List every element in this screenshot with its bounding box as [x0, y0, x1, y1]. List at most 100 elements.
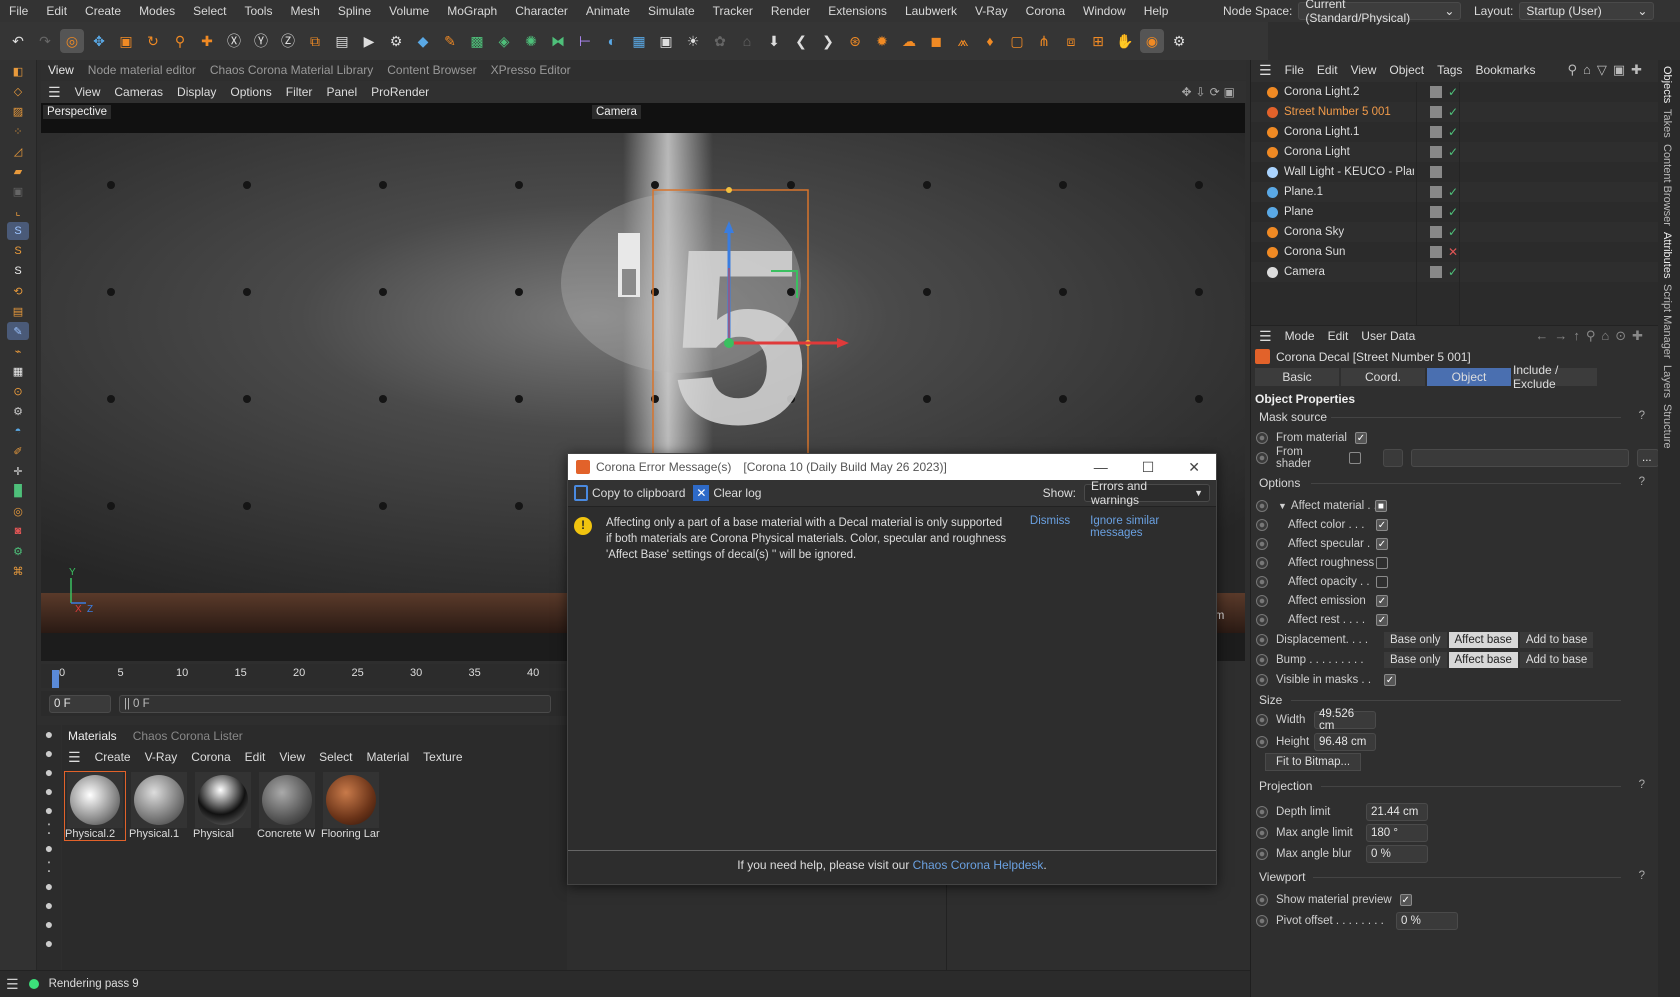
- viewport-camera[interactable]: Camera: [592, 105, 641, 119]
- visibility-icon[interactable]: [1430, 146, 1442, 158]
- radio-icon[interactable]: [1256, 915, 1268, 927]
- object-toolbar-icons[interactable]: ⚲⌂▽▣✚: [1567, 62, 1648, 78]
- grid-icon[interactable]: ▤: [7, 302, 29, 320]
- snap3-icon[interactable]: S: [7, 262, 29, 280]
- object-menu-item[interactable]: Edit: [1317, 63, 1338, 77]
- affect-material-checkbox[interactable]: ■: [1374, 500, 1387, 512]
- hamburger-icon[interactable]: ☰: [68, 749, 81, 766]
- download-icon[interactable]: ⬇: [762, 29, 786, 53]
- materials-menu-item[interactable]: View: [279, 750, 305, 764]
- render-settings-icon[interactable]: ⚙: [384, 29, 408, 53]
- viewport-nav-icons[interactable]: ✥⇩⟳▣: [1174, 85, 1246, 99]
- tab-editor[interactable]: Content Browser: [380, 63, 483, 77]
- rotate-tool-icon[interactable]: ↻: [141, 29, 165, 53]
- side-tab[interactable]: Attributes: [1661, 232, 1673, 278]
- show-preview-checkbox[interactable]: ✓: [1399, 894, 1412, 906]
- arrow-right-icon[interactable]: ❯: [816, 29, 840, 53]
- depth-limit-field[interactable]: 21.44 cm: [1366, 803, 1428, 821]
- affect-color-checkbox[interactable]: ✓: [1376, 519, 1388, 531]
- python-icon[interactable]: ⌘: [7, 562, 29, 580]
- visibility-icon[interactable]: [1430, 166, 1442, 178]
- corona-ir-icon[interactable]: ◉: [1140, 29, 1164, 53]
- corona-settings-icon[interactable]: ⚙: [1167, 29, 1191, 53]
- object-name[interactable]: Wall Light - KEUCO - Plan: [1284, 166, 1414, 178]
- scale-tool-icon[interactable]: ▣: [114, 29, 138, 53]
- close-icon[interactable]: ✕: [1188, 459, 1200, 476]
- menu-item[interactable]: Character: [506, 4, 577, 18]
- object-menu-item[interactable]: Bookmarks: [1475, 63, 1535, 77]
- x-axis-icon[interactable]: Ⓧ: [222, 29, 246, 53]
- object-name[interactable]: Corona Sky: [1284, 226, 1414, 238]
- maximize-icon[interactable]: ☐: [1142, 459, 1155, 476]
- radio-icon[interactable]: [1256, 714, 1268, 726]
- menu-item[interactable]: Mesh: [281, 4, 328, 18]
- material-swatch[interactable]: Flooring Lar: [321, 772, 381, 840]
- helpdesk-link[interactable]: Chaos Corona Helpdesk: [913, 858, 1044, 872]
- corona-render-icon[interactable]: ⊛: [843, 29, 867, 53]
- materials-menu-item[interactable]: Create: [95, 750, 131, 764]
- minimize-icon[interactable]: —: [1094, 459, 1108, 476]
- materials-menu-item[interactable]: Select: [319, 750, 352, 764]
- visibility-icon[interactable]: [1430, 126, 1442, 138]
- y-axis-icon[interactable]: Ⓨ: [249, 29, 273, 53]
- visibility-icon[interactable]: [1430, 226, 1442, 238]
- object-menu-item[interactable]: Tags: [1437, 63, 1462, 77]
- materials-menu-item[interactable]: Corona: [191, 750, 230, 764]
- bump-mode-button[interactable]: Add to base: [1519, 652, 1594, 668]
- radio-icon[interactable]: [1256, 432, 1268, 444]
- radio-icon[interactable]: [1256, 894, 1268, 906]
- object-row[interactable]: Street Number 5 001 ✓: [1251, 102, 1659, 122]
- from-shader-checkbox[interactable]: [1349, 452, 1362, 464]
- hamburger-icon[interactable]: ☰: [1259, 62, 1272, 79]
- tab-materials[interactable]: Materials: [68, 729, 117, 743]
- object-row[interactable]: Corona Sun ✕: [1251, 242, 1659, 262]
- side-tab[interactable]: Layers: [1661, 365, 1673, 398]
- affect-emission-checkbox[interactable]: ✓: [1376, 595, 1388, 607]
- corona-sky-icon[interactable]: ☁: [897, 29, 921, 53]
- color-icon[interactable]: █: [7, 482, 29, 500]
- corona-camera-icon[interactable]: ◼: [924, 29, 948, 53]
- snap2-icon[interactable]: S: [7, 242, 29, 260]
- materials-menu-item[interactable]: Edit: [245, 750, 266, 764]
- max-angle-field[interactable]: 180 °: [1366, 824, 1428, 842]
- object-row[interactable]: Camera ✓: [1251, 262, 1659, 282]
- materials-menu-item[interactable]: Texture: [423, 750, 462, 764]
- affect-specular-checkbox[interactable]: ✓: [1376, 538, 1388, 550]
- menu-item[interactable]: Edit: [37, 4, 76, 18]
- playhead[interactable]: [52, 670, 59, 688]
- radio-icon[interactable]: [1256, 654, 1268, 666]
- menu-item[interactable]: Select: [184, 4, 235, 18]
- visible-in-masks-checkbox[interactable]: ✓: [1384, 674, 1396, 686]
- visibility-icon[interactable]: [1430, 186, 1442, 198]
- lasso-icon[interactable]: ⚲: [168, 29, 192, 53]
- brush-icon[interactable]: ⌁: [7, 342, 29, 360]
- menu-item[interactable]: Animate: [577, 4, 639, 18]
- model-icon[interactable]: ◇: [7, 82, 29, 100]
- radio-icon[interactable]: [1256, 736, 1268, 748]
- field-icon[interactable]: ◐: [600, 29, 624, 53]
- corona-fur-icon[interactable]: ⋔: [1032, 29, 1056, 53]
- timeline-ruler[interactable]: 0 5 10 15 20 25 30 35 40: [41, 664, 567, 688]
- cloner-icon[interactable]: ✺: [519, 29, 543, 53]
- help-icon[interactable]: ?: [1639, 410, 1645, 422]
- cube-icon[interactable]: ◆: [411, 29, 435, 53]
- materials-menu-item[interactable]: V-Ray: [145, 750, 178, 764]
- lock-icon[interactable]: ⌂: [735, 29, 759, 53]
- side-tab[interactable]: Script Manager: [1661, 284, 1673, 359]
- displacement-mode-button[interactable]: Affect base: [1448, 632, 1518, 648]
- coordinate-icon[interactable]: ⧉: [303, 29, 327, 53]
- corona-sun-icon[interactable]: ✹: [870, 29, 894, 53]
- object-name[interactable]: Corona Light: [1284, 146, 1414, 158]
- layout-dropdown[interactable]: Startup (User) ⌄: [1519, 2, 1655, 20]
- side-tab[interactable]: Takes: [1661, 109, 1673, 138]
- add-icon[interactable]: ✚: [195, 29, 219, 53]
- move-tool-icon[interactable]: ✥: [87, 29, 111, 53]
- visibility-icon[interactable]: [1430, 86, 1442, 98]
- attribute-tab[interactable]: Basic: [1255, 368, 1339, 386]
- visibility-icon[interactable]: [1430, 266, 1442, 278]
- menu-item[interactable]: V-Ray: [966, 4, 1017, 18]
- material-swatch[interactable]: Concrete W: [257, 772, 317, 840]
- affect-rest-checkbox[interactable]: ✓: [1376, 614, 1388, 626]
- shader-arrow[interactable]: [1383, 449, 1404, 467]
- sculpt-icon[interactable]: ◓: [7, 422, 29, 440]
